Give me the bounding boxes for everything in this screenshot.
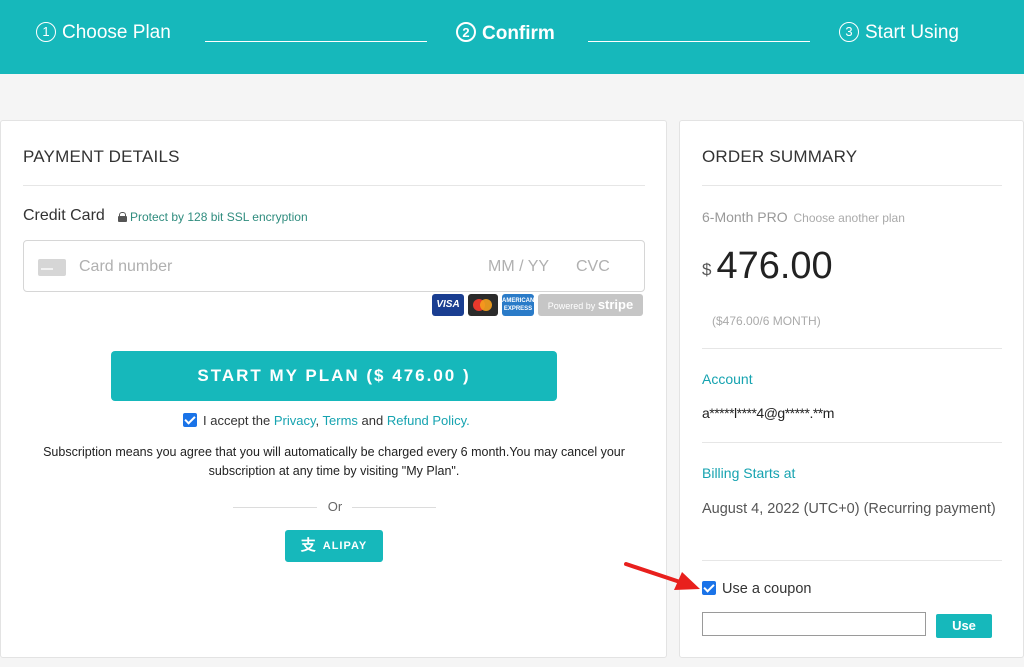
expiry-input[interactable]: MM / YY [488,258,549,276]
step-label: Start Using [865,22,959,43]
billing-starts-value: August 4, 2022 (UTC+0) (Recurring paymen… [702,501,996,517]
start-my-plan-button[interactable]: START MY PLAN ($ 476.00 ) [111,351,557,401]
price-amount: 476.00 [716,245,833,287]
use-coupon-row: Use a coupon [702,581,811,597]
use-coupon-button[interactable]: Use [936,614,992,638]
powered-by-stripe-badge: Powered by stripe [538,294,643,316]
order-summary-title: ORDER SUMMARY [702,147,858,166]
stripe-prefix: Powered by [547,301,596,311]
or-divider-right [352,507,436,508]
step-label: Choose Plan [62,22,171,43]
use-coupon-checkbox[interactable] [702,581,716,595]
billing-starts-label: Billing Starts at [702,465,796,481]
divider [23,185,645,186]
account-label: Account [702,371,753,387]
visa-icon: VISA [432,294,464,316]
step-label: Confirm [482,23,555,44]
price-per-period: ($476.00/6 MONTH) [712,314,821,328]
step-number-icon: 3 [839,22,859,42]
plan-row: 6-Month PRO Choose another plan [702,209,905,225]
subscription-note: Subscription means you agree that you wi… [43,445,625,478]
accept-terms-checkbox[interactable] [183,413,197,427]
ssl-note: Protect by 128 bit SSL encryption [118,210,308,224]
choose-another-plan-link[interactable]: Choose another plan [793,211,904,225]
step-connector [205,41,427,42]
payment-details-title: PAYMENT DETAILS [23,147,180,166]
step-confirm: 2 Confirm [456,22,555,45]
mastercard-icon [468,294,498,316]
alipay-icon: 支 [300,537,317,554]
step-start-using: 3 Start Using [839,22,959,44]
cvc-input[interactable]: CVC [576,258,610,276]
divider [702,560,1002,561]
credit-card-icon [38,259,66,276]
refund-policy-link[interactable]: Refund Policy [387,413,466,428]
currency-symbol: $ [702,260,712,279]
plan-name: 6-Month PRO [702,209,788,225]
progress-stepper: 1 Choose Plan 2 Confirm 3 Start Using [0,0,1024,74]
stripe-name: stripe [597,297,634,312]
step-number-icon: 1 [36,22,56,42]
accept-terms-row: I accept the Privacy, Terms and Refund P… [183,413,470,428]
card-number-input[interactable]: Card number [79,258,172,276]
card-input-field[interactable]: Card number MM / YY CVC [23,240,645,292]
alipay-button[interactable]: 支 ALIPAY [285,530,383,562]
step-number-icon: 2 [456,22,476,42]
order-summary-panel: ORDER SUMMARY 6-Month PRO Choose another… [679,120,1024,658]
alipay-label: ALIPAY [322,540,368,552]
accept-and: and [361,413,384,428]
or-text: Or [327,499,343,514]
divider [702,442,1002,443]
amex-icon: AMERICAN EXPRESS [502,294,534,316]
divider [702,348,1002,349]
accept-prefix: I accept the [203,413,271,428]
annotation-arrow-icon [624,562,700,590]
accept-comma: , [315,413,320,428]
payment-details-panel: PAYMENT DETAILS Credit Card Protect by 1… [0,120,667,658]
account-value: a*****l****4@g*****.**m [702,405,834,421]
coupon-input[interactable] [702,612,926,636]
privacy-link[interactable]: Privacy [274,413,316,428]
credit-card-label: Credit Card [23,207,105,224]
lock-icon [118,212,127,222]
or-divider-left [233,507,317,508]
step-connector [588,41,810,42]
divider [702,185,1002,186]
price: $476.00 [702,245,833,288]
terms-link[interactable]: Terms [323,413,358,428]
accept-period: . [466,413,470,428]
use-coupon-label: Use a coupon [722,581,812,597]
ssl-text: Protect by 128 bit SSL encryption [130,210,308,224]
step-choose-plan[interactable]: 1 Choose Plan [36,22,171,44]
